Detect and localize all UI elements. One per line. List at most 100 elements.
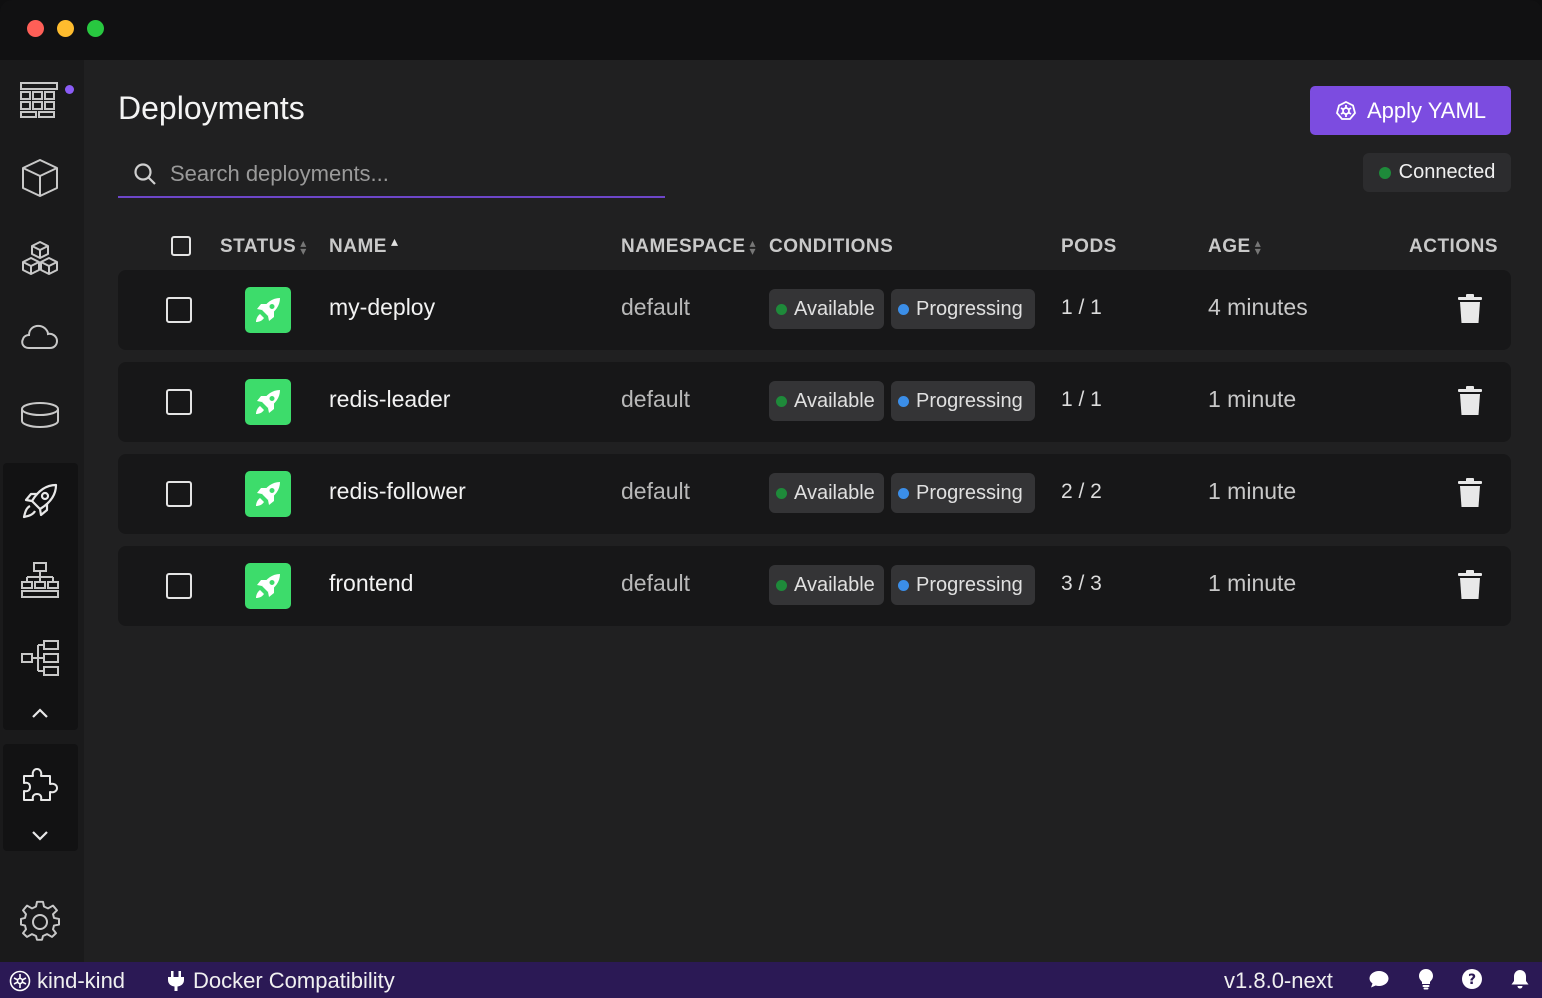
sidebar-item-ingress[interactable] xyxy=(0,623,80,693)
condition-label: Available xyxy=(794,573,875,596)
select-all-checkbox[interactable] xyxy=(171,236,191,256)
condition-progressing-badge: Progressing xyxy=(891,289,1035,329)
column-header-actions: ACTIONS xyxy=(1409,236,1498,258)
column-header-conditions: CONDITIONS xyxy=(769,236,893,258)
sidebar xyxy=(0,60,84,962)
status-dot xyxy=(1378,166,1391,179)
maximize-window-button[interactable] xyxy=(87,20,104,37)
status-bar: kind-kind Docker Compatibility v1.8.0-ne… xyxy=(0,962,1542,998)
page-title: Deployments xyxy=(118,90,305,126)
column-header-pods: PODS xyxy=(1061,236,1117,258)
kubernetes-icon xyxy=(1335,100,1356,120)
sidebar-item-deployments[interactable] xyxy=(0,466,80,536)
column-header-status[interactable]: STATUS ▴ ▾ xyxy=(220,236,307,258)
column-header-namespace[interactable]: NAMESPACE ▴ ▾ xyxy=(621,236,756,258)
deployment-pods: 1 / 1 xyxy=(1061,388,1102,411)
status-ok-indicator xyxy=(245,379,291,425)
deployment-age: 4 minutes xyxy=(1208,294,1308,320)
sidebar-item-settings[interactable] xyxy=(0,887,80,957)
column-header-name-label: NAME xyxy=(329,236,387,257)
sort-icon: ▴ ▾ xyxy=(300,236,307,258)
docker-compat-button[interactable]: Docker Compatibility xyxy=(165,968,395,994)
condition-available-badge: Available xyxy=(769,565,884,605)
sidebar-extensions-group xyxy=(3,744,78,851)
deployment-name[interactable]: redis-leader xyxy=(329,386,450,413)
column-header-name[interactable]: NAME ▴ xyxy=(329,233,398,258)
notifications-button[interactable] xyxy=(1509,968,1531,990)
column-header-conditions-label: CONDITIONS xyxy=(769,236,894,257)
deployment-name[interactable]: redis-follower xyxy=(329,478,466,505)
window-titlebar xyxy=(0,0,1542,60)
gear-icon xyxy=(20,900,60,941)
sidebar-item-cloud[interactable] xyxy=(0,302,80,372)
plug-icon xyxy=(168,971,184,991)
feedback-button[interactable] xyxy=(1368,968,1390,990)
puzzle-icon xyxy=(23,768,58,801)
condition-label: Available xyxy=(794,389,875,412)
row-checkbox[interactable] xyxy=(166,573,192,599)
apply-yaml-button[interactable]: Apply YAML xyxy=(1310,86,1511,135)
rocket-icon xyxy=(256,574,280,598)
minimize-window-button[interactable] xyxy=(57,20,74,37)
status-ok-indicator xyxy=(245,471,291,517)
column-header-status-label: STATUS xyxy=(220,236,297,257)
search-input[interactable] xyxy=(170,161,650,187)
collapse-group-button[interactable] xyxy=(0,699,80,727)
condition-available-badge: Available xyxy=(769,289,884,329)
chat-bubble-icon xyxy=(1369,971,1389,988)
table-row[interactable]: redis-follower default Available Progres… xyxy=(118,454,1511,534)
trash-icon[interactable] xyxy=(1457,478,1483,508)
table-row[interactable]: my-deploy default Available Progressing … xyxy=(118,270,1511,350)
condition-progressing-badge: Progressing xyxy=(891,381,1035,421)
status-ok-indicator xyxy=(245,287,291,333)
search-icon xyxy=(134,163,156,185)
column-header-age[interactable]: AGE ▴ ▾ xyxy=(1208,236,1261,258)
trash-icon[interactable] xyxy=(1457,570,1483,600)
condition-label: Progressing xyxy=(916,389,1023,412)
condition-available-badge: Available xyxy=(769,381,884,421)
bell-icon xyxy=(1511,970,1529,989)
help-button[interactable]: ? xyxy=(1461,968,1483,990)
sidebar-item-services[interactable] xyxy=(0,545,80,615)
version-label[interactable]: v1.8.0-next xyxy=(1224,968,1333,994)
deployment-pods: 3 / 3 xyxy=(1061,572,1102,595)
deployment-name[interactable]: my-deploy xyxy=(329,294,435,321)
expand-group-button[interactable] xyxy=(0,821,80,849)
version-text: v1.8.0-next xyxy=(1224,968,1333,993)
condition-label: Available xyxy=(794,297,875,320)
close-window-button[interactable] xyxy=(27,20,44,37)
connection-status-badge: Connected xyxy=(1363,153,1511,192)
deployment-pods: 2 / 2 xyxy=(1061,480,1102,503)
main-content: Deployments Apply YAML Connected STATUS … xyxy=(84,60,1542,962)
deployment-age: 1 minute xyxy=(1208,478,1297,504)
condition-label: Progressing xyxy=(916,481,1023,504)
table-row[interactable]: redis-leader default Available Progressi… xyxy=(118,362,1511,442)
rocket-icon xyxy=(22,483,58,519)
trash-icon[interactable] xyxy=(1457,386,1483,416)
database-icon xyxy=(21,402,59,429)
rocket-icon xyxy=(256,482,280,506)
deployment-name[interactable]: frontend xyxy=(329,570,413,597)
lightbulb-icon xyxy=(1419,969,1433,990)
notification-dot xyxy=(65,85,74,94)
sidebar-item-pods[interactable] xyxy=(0,143,80,213)
row-checkbox[interactable] xyxy=(166,481,192,507)
sidebar-item-dashboard[interactable] xyxy=(0,65,80,135)
row-checkbox[interactable] xyxy=(166,389,192,415)
table-row[interactable]: frontend default Available Progressing 3… xyxy=(118,546,1511,626)
row-checkbox[interactable] xyxy=(166,297,192,323)
chevron-up-icon xyxy=(32,708,48,718)
condition-available-badge: Available xyxy=(769,473,884,513)
kube-context-selector[interactable]: kind-kind xyxy=(9,968,125,994)
column-header-actions-label: ACTIONS xyxy=(1409,236,1498,257)
column-header-pods-label: PODS xyxy=(1061,236,1117,257)
sidebar-item-containers[interactable] xyxy=(0,223,80,293)
condition-label: Available xyxy=(794,481,875,504)
sidebar-item-extensions[interactable] xyxy=(0,749,80,819)
deployment-age: 1 minute xyxy=(1208,570,1297,596)
tips-button[interactable] xyxy=(1415,968,1437,990)
trash-icon[interactable] xyxy=(1457,294,1483,324)
sidebar-item-volumes[interactable] xyxy=(0,380,80,450)
dashboard-grid-icon xyxy=(20,82,58,118)
status-ok-indicator xyxy=(245,563,291,609)
